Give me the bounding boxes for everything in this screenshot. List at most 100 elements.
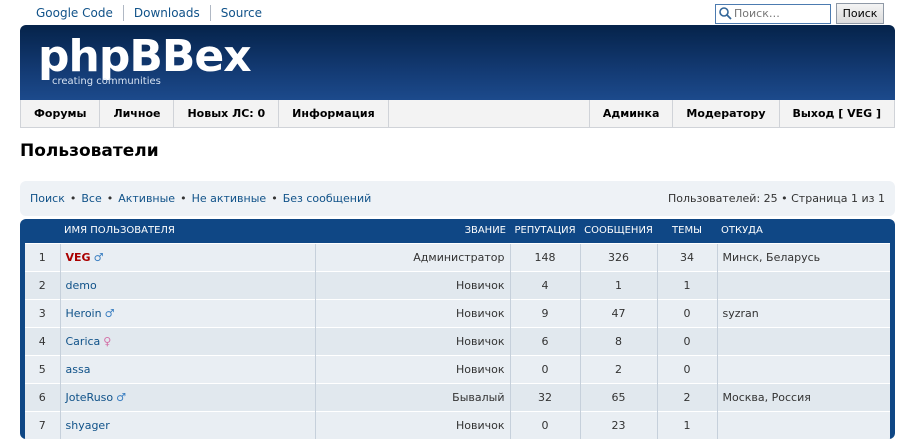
nav-personal[interactable]: Личное: [100, 100, 175, 127]
location-cell: [716, 270, 890, 299]
col-topics[interactable]: Темы: [657, 219, 717, 243]
reputation-cell: 4: [509, 270, 580, 299]
username-cell: demo: [59, 270, 315, 299]
posts-cell[interactable]: 8: [579, 326, 657, 355]
filter-link[interactable]: Поиск: [30, 192, 65, 205]
link-google-code[interactable]: Google Code: [26, 5, 123, 21]
pagination-info: Пользователей: 25 • Страница 1 из 1: [668, 192, 885, 205]
username-cell: shyager: [59, 410, 315, 439]
rank-cell: Новичок: [314, 354, 510, 383]
reputation-cell: 9: [509, 298, 580, 327]
location-cell: [716, 354, 890, 383]
table-row: 5 assa Новичок 0 2 0: [25, 354, 890, 383]
nav-moderator[interactable]: Модератору: [672, 100, 778, 127]
username-link[interactable]: Carica: [66, 335, 101, 348]
female-icon: ♀: [103, 334, 112, 348]
username-link[interactable]: Heroin: [66, 307, 102, 320]
rank-cell: Новичок: [314, 410, 510, 439]
site-tagline: creating communities: [52, 76, 161, 87]
posts-cell[interactable]: 326: [579, 242, 657, 271]
location-cell: [716, 326, 890, 355]
username-link[interactable]: VEG: [66, 251, 91, 264]
filter-separator: •: [271, 192, 278, 205]
nav-forums[interactable]: Форумы: [21, 100, 101, 127]
search-box: Поиск: [715, 3, 884, 24]
rank-cell: Администратор: [314, 242, 510, 271]
username-link[interactable]: demo: [66, 279, 97, 292]
row-index: 5: [25, 354, 60, 383]
username-cell: Heroin ♂: [59, 298, 315, 327]
nav-info[interactable]: Информация: [279, 100, 389, 127]
members-table: Имя пользователя Звание Репутация Сообще…: [25, 219, 890, 439]
reputation-cell: 0: [509, 354, 580, 383]
top-links: Google Code Downloads Source: [26, 5, 272, 21]
posts-cell[interactable]: 2: [579, 354, 657, 383]
page-title: Пользователи: [20, 141, 159, 161]
username-cell: JoteRuso ♂: [59, 382, 315, 411]
table-row: 7 shyager Новичок 0 23 1: [25, 410, 890, 439]
nav-admin[interactable]: Админка: [588, 100, 673, 127]
username-link[interactable]: shyager: [66, 419, 110, 432]
username-cell: VEG ♂: [59, 242, 315, 271]
username-link[interactable]: JoteRuso: [66, 391, 114, 404]
members-table-box: Имя пользователя Звание Репутация Сообще…: [20, 219, 895, 439]
rank-cell: Новичок: [314, 326, 510, 355]
male-icon: ♂: [104, 306, 115, 320]
link-downloads[interactable]: Downloads: [122, 5, 210, 21]
table-row: 3 Heroin ♂ Новичок 9 47 0 syzran: [25, 298, 890, 327]
filter-link[interactable]: Все: [81, 192, 101, 205]
search-input[interactable]: [715, 3, 831, 24]
col-username[interactable]: Имя пользователя: [60, 219, 315, 243]
col-rank[interactable]: Звание: [315, 219, 510, 243]
table-row: 6 JoteRuso ♂ Бывалый 32 65 2 Москва, Россия: [25, 382, 890, 411]
top-bar: Google Code Downloads Source Поиск: [0, 0, 915, 26]
location-cell: [716, 410, 890, 439]
location-cell: Москва, Россия: [716, 382, 890, 411]
filter-separator: •: [69, 192, 77, 205]
table-header-row: Имя пользователя Звание Репутация Сообще…: [25, 219, 890, 243]
filter-link[interactable]: Активные: [118, 192, 175, 205]
col-reputation[interactable]: Репутация: [510, 219, 580, 243]
filter-separator: •: [180, 192, 187, 205]
location-cell: syzran: [716, 298, 890, 327]
topics-cell[interactable]: 0: [656, 354, 717, 383]
filter-bar: Поиск • Все • Активные • Не активные • Без сообщ…: [20, 181, 895, 216]
topics-cell[interactable]: 1: [656, 410, 717, 439]
table-row: 1 VEG ♂ Администратор 148 326 34 Минск, Беларус…: [25, 242, 890, 271]
site-header: phpBBex creating communities: [20, 25, 895, 100]
topics-cell[interactable]: 34: [656, 242, 717, 271]
topics-cell[interactable]: 1: [656, 270, 717, 299]
search-button[interactable]: Поиск: [836, 3, 884, 24]
posts-cell[interactable]: 65: [579, 382, 657, 411]
rank-cell: Бывалый: [314, 382, 510, 411]
filter-link[interactable]: Не активные: [192, 192, 267, 205]
nav-new-pm[interactable]: Новых ЛС: 0: [174, 100, 280, 127]
location-cell: Минск, Беларусь: [716, 242, 890, 271]
male-icon: ♂: [93, 250, 104, 264]
search-icon: [719, 7, 732, 20]
col-posts[interactable]: Сообщения: [580, 219, 657, 243]
main-nav: Форумы Личное Новых ЛС: 0 Информация Адм…: [20, 100, 895, 128]
row-index: 6: [25, 382, 60, 411]
posts-cell[interactable]: 1: [579, 270, 657, 299]
filter-links: Поиск • Все • Активные • Не активные • Без сообщ…: [30, 192, 371, 205]
nav-logout[interactable]: Выход [ VEG ]: [778, 100, 894, 127]
row-index: 3: [25, 298, 60, 327]
posts-cell[interactable]: 47: [579, 298, 657, 327]
topics-cell[interactable]: 2: [656, 382, 717, 411]
filter-separator: •: [106, 192, 114, 205]
username-cell: assa: [59, 354, 315, 383]
filter-link[interactable]: Без сообщений: [283, 192, 372, 205]
col-location[interactable]: Откуда: [717, 219, 890, 243]
topics-cell[interactable]: 0: [656, 326, 717, 355]
reputation-cell: 6: [509, 326, 580, 355]
table-row: 2 demo Новичок 4 1 1: [25, 270, 890, 299]
topics-cell[interactable]: 0: [656, 298, 717, 327]
male-icon: ♂: [116, 390, 127, 404]
posts-cell[interactable]: 23: [579, 410, 657, 439]
reputation-cell: 32: [509, 382, 580, 411]
username-link[interactable]: assa: [66, 363, 91, 376]
rank-cell: Новичок: [314, 270, 510, 299]
username-cell: Carica ♀: [59, 326, 315, 355]
link-source[interactable]: Source: [209, 5, 272, 21]
